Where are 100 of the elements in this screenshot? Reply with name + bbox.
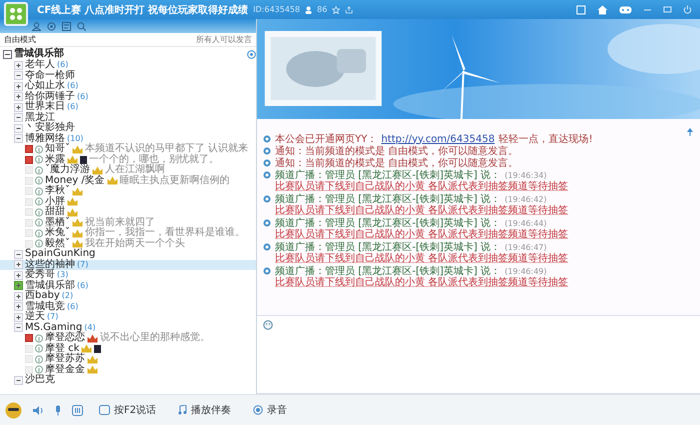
collapse-icon[interactable] bbox=[14, 71, 23, 80]
user-name: 米兔ˇ bbox=[45, 228, 70, 238]
search-icon[interactable] bbox=[77, 22, 86, 30]
channel-name: 逆天 bbox=[25, 312, 45, 322]
tree-item[interactable]: 西baby (2) bbox=[0, 291, 256, 302]
tree-item[interactable]: 雪城电竞 (6) bbox=[0, 302, 256, 312]
push-to-talk-button[interactable]: 按F2说话 bbox=[93, 403, 162, 417]
expand-icon[interactable] bbox=[14, 92, 23, 102]
avatar-icon[interactable] bbox=[5, 402, 22, 418]
gamepad-icon[interactable] bbox=[619, 4, 632, 14]
member-count: (2) bbox=[62, 291, 74, 300]
tree-item[interactable]: ˇ魔力浮游 人在江湖飘啊 bbox=[0, 165, 256, 176]
user-icon[interactable] bbox=[32, 22, 41, 30]
accompaniment-button[interactable]: 播放伴奏 bbox=[172, 403, 238, 417]
expand-icon[interactable] bbox=[14, 292, 23, 301]
expand-icon[interactable] bbox=[14, 60, 23, 70]
tree-item[interactable]: 米兔ˇ 你指一，我指一，看世界科是谁谁。 bbox=[0, 228, 256, 238]
info-icon[interactable] bbox=[35, 365, 43, 374]
info-icon[interactable] bbox=[35, 334, 43, 343]
emoji-icon[interactable] bbox=[263, 320, 273, 330]
tree-item[interactable]: 摩登苏苏 bbox=[0, 354, 256, 364]
collapse-icon[interactable] bbox=[14, 124, 23, 133]
crown-icon bbox=[67, 208, 78, 217]
tree-item[interactable]: 沙巴克 bbox=[0, 375, 256, 386]
expand-icon[interactable] bbox=[14, 302, 23, 312]
user-name: 摩登金金 bbox=[45, 364, 85, 374]
collapse-icon[interactable] bbox=[14, 113, 23, 122]
user-status: 你指一，我指一，看世界科是谁谁。 bbox=[85, 228, 245, 238]
info-icon[interactable] bbox=[35, 218, 43, 228]
info-icon[interactable] bbox=[35, 208, 43, 217]
expand-icon[interactable] bbox=[14, 260, 23, 270]
collapse-icon[interactable] bbox=[14, 134, 23, 144]
expand-icon[interactable] bbox=[14, 82, 23, 91]
tree-item[interactable]: 知哥ˇ 本频道不认识的马甲都下了 认识就来 bbox=[0, 144, 256, 154]
info-icon[interactable] bbox=[35, 344, 43, 354]
power-icon[interactable] bbox=[683, 5, 692, 14]
note-icon[interactable] bbox=[62, 22, 71, 30]
message-sender: 频道广播：管理员 [黑龙江赛区-[铁刺]英城卡] 说： bbox=[275, 264, 501, 277]
tree-item[interactable]: 甜甜 bbox=[0, 207, 256, 218]
crown-icon bbox=[87, 354, 98, 364]
channel-name: 心如止水 bbox=[25, 81, 65, 91]
tree-item[interactable]: 黑龙江 bbox=[0, 112, 256, 123]
scroll-up-icon[interactable] bbox=[686, 127, 694, 137]
tree-item[interactable]: 这些的袖神 (7) bbox=[0, 260, 256, 270]
speak-rule-label: 所有人可以发言 bbox=[196, 34, 252, 45]
tree-item[interactable]: 毅然ˇ 我在开始两天一个个头 bbox=[0, 238, 256, 249]
message-sender: 频道广播：管理员 [黑龙江赛区-[铁刺]英城卡] 说： bbox=[275, 216, 501, 229]
tree-item[interactable]: 逆天 (7) bbox=[0, 312, 256, 322]
collapse-icon[interactable] bbox=[14, 376, 23, 385]
info-icon[interactable] bbox=[35, 354, 43, 364]
message-time: (19:46:47) bbox=[504, 242, 547, 252]
info-icon[interactable] bbox=[35, 197, 43, 206]
tree-item[interactable]: 雪城俱乐部 (6) bbox=[0, 280, 256, 291]
info-icon[interactable] bbox=[35, 144, 43, 154]
tree-item[interactable]: 李秋ˇ bbox=[0, 186, 256, 196]
collapse-icon[interactable] bbox=[14, 250, 23, 259]
tree-item[interactable]: 爱秀哥 (3) bbox=[0, 270, 256, 280]
tree-item[interactable]: 摩登恋恋 说不出心里的那种感觉。 bbox=[0, 333, 256, 344]
equalizer-icon[interactable] bbox=[72, 404, 83, 416]
record-button[interactable]: 录音 bbox=[247, 403, 294, 417]
message-text: 比赛队员请下线到自己战队的小黄 各队派代表到抽签频道等待抽签 bbox=[274, 229, 570, 241]
tree-item[interactable]: 老年人 (6) bbox=[0, 60, 256, 70]
share-icon[interactable] bbox=[345, 6, 354, 14]
star-icon[interactable] bbox=[332, 6, 340, 14]
speaker-icon[interactable] bbox=[32, 404, 44, 416]
info-icon[interactable] bbox=[35, 239, 43, 248]
window-icon[interactable] bbox=[576, 4, 586, 14]
settings-icon[interactable] bbox=[47, 22, 56, 30]
info-icon[interactable] bbox=[35, 166, 43, 175]
expand-icon[interactable] bbox=[14, 102, 23, 112]
tree-item[interactable]: MS.Gaming (4) bbox=[0, 322, 256, 333]
maximize-icon[interactable] bbox=[663, 5, 672, 14]
message-sender: 频道广播：管理员 [黑龙江赛区-[铁刺]英城卡] 说： bbox=[275, 168, 501, 181]
tree-item[interactable]: 摩登金金 bbox=[0, 364, 256, 375]
window-title: CF线上赛 八点准时开打 祝每位玩家取得好成绩 bbox=[37, 3, 248, 16]
tree-item[interactable]: 摩登 ck bbox=[0, 344, 256, 354]
collapse-icon[interactable] bbox=[14, 323, 23, 332]
expand-icon[interactable] bbox=[14, 270, 23, 280]
tree-item[interactable]: 夺命一枪师 bbox=[0, 70, 256, 81]
expand-icon[interactable] bbox=[14, 312, 23, 322]
info-icon[interactable] bbox=[35, 186, 43, 196]
tree-item[interactable]: 世界末日 (6) bbox=[0, 102, 256, 112]
message-text: 比赛队员请下线到自己战队的小黄 各队派代表到抽签频道等待抽签 bbox=[274, 205, 570, 217]
channel-name: 老年人 bbox=[25, 60, 55, 70]
tree-item[interactable]: SpainGunKing bbox=[0, 249, 256, 260]
tree-item[interactable]: 小胖 bbox=[0, 196, 256, 207]
tree-item[interactable]: 丶安影独舟 bbox=[0, 123, 256, 134]
settings-icon[interactable] bbox=[247, 50, 256, 58]
crown-icon bbox=[72, 218, 83, 228]
link[interactable]: http://yy.com/6435458 bbox=[381, 134, 495, 144]
tree-item[interactable]: 心如止水 (6) bbox=[0, 81, 256, 92]
info-icon[interactable] bbox=[35, 176, 43, 186]
tree-item[interactable]: 给你两锤子 (6) bbox=[0, 92, 256, 102]
home-icon[interactable] bbox=[597, 4, 608, 14]
info-icon[interactable] bbox=[35, 228, 43, 238]
microphone-icon[interactable] bbox=[54, 404, 62, 416]
channel-name: 沙巴克 bbox=[25, 375, 55, 386]
info-icon[interactable] bbox=[35, 155, 43, 164]
tree-item[interactable]: 雪城俱乐部 bbox=[0, 48, 256, 60]
message-time: (19:46:34) bbox=[504, 170, 547, 180]
